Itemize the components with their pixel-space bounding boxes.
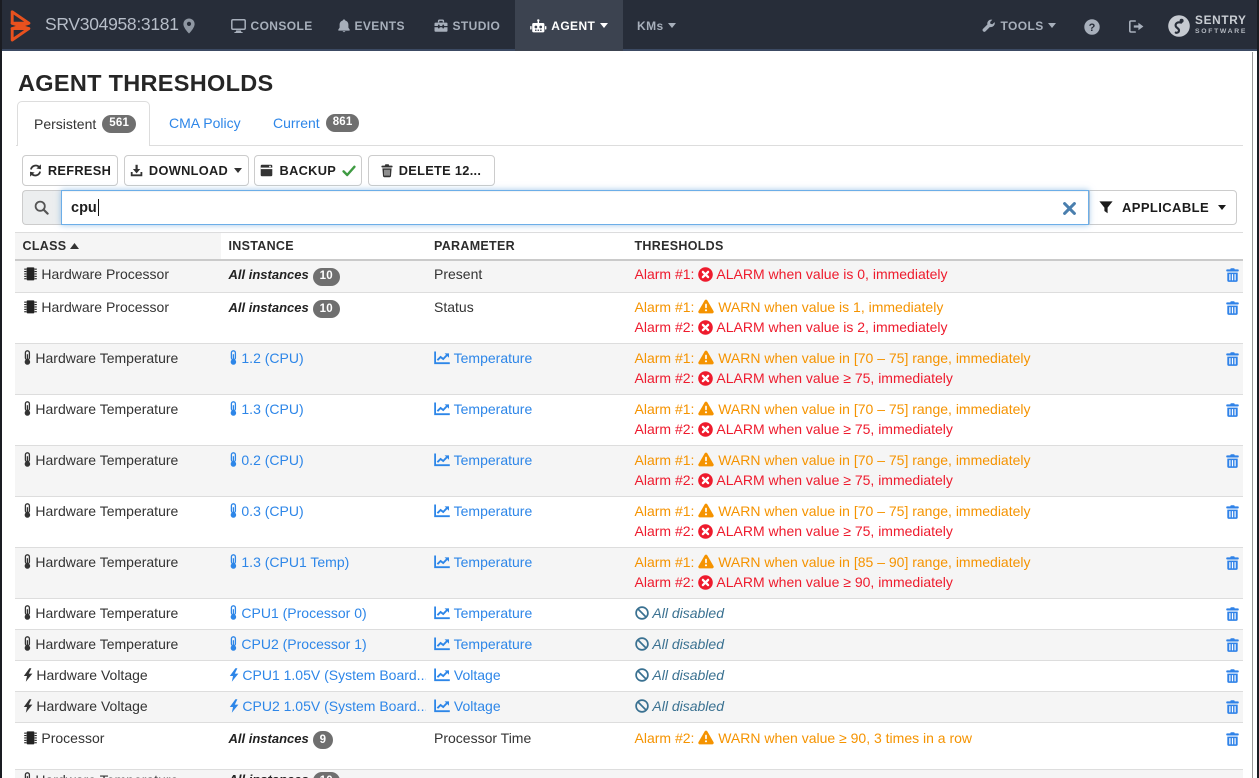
svg-text:?: ? bbox=[1089, 22, 1096, 34]
